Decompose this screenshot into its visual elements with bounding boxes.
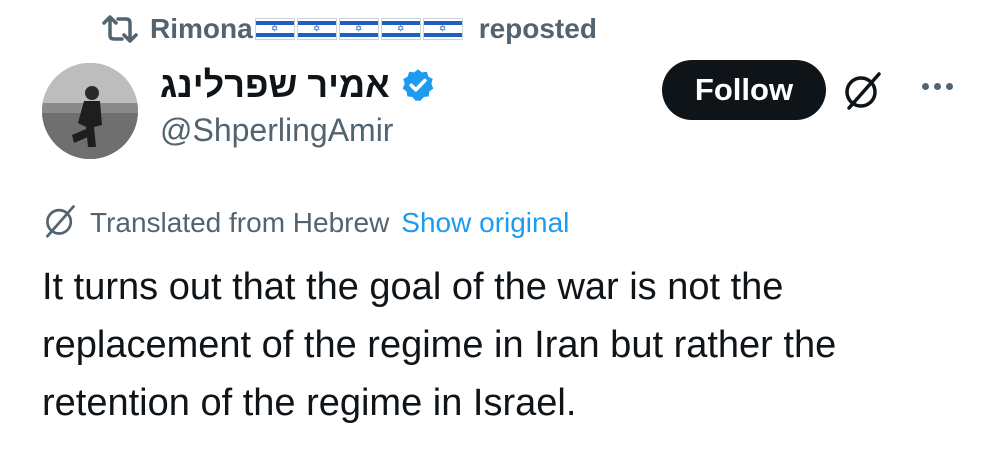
israel-flag-icon: ✡ (296, 18, 337, 40)
tweet-text-line: retention of the regime in Israel. (42, 382, 577, 424)
dot-icon (933, 82, 941, 90)
israel-flag-icon: ✡ (338, 18, 379, 40)
show-original-link[interactable]: Show original (401, 207, 569, 239)
dot-icon (945, 82, 953, 90)
follow-button[interactable]: Follow (662, 60, 826, 120)
author-handle[interactable]: @ShperlingAmir (160, 112, 393, 149)
translate-slash-icon[interactable] (843, 70, 883, 115)
translated-from-label: Translated from Hebrew (90, 207, 390, 238)
author-display-name[interactable]: אמיר שפרלינג (160, 64, 390, 106)
more-dots-icon[interactable] (912, 66, 962, 106)
tweet-text: It turns out that the goal of the war is… (42, 258, 962, 432)
repost-icon (100, 13, 140, 45)
dot-icon (921, 82, 929, 90)
translate-slash-icon (42, 202, 78, 245)
avatar[interactable] (42, 63, 138, 159)
translation-notice: Translated from Hebrew Show original (42, 203, 569, 243)
repost-user-name[interactable]: Rimona (150, 13, 253, 45)
author-name-row[interactable]: אמיר שפרלינג (160, 60, 436, 110)
tweet-text-line: It turns out that the goal of the war is… (42, 266, 784, 308)
israel-flag-icon: ✡ (254, 18, 295, 40)
verified-badge-icon[interactable] (400, 67, 436, 103)
repost-header[interactable]: Rimona ✡ ✡ ✡ ✡ ✡ reposted (100, 8, 597, 50)
israel-flag-emojis: ✡ ✡ ✡ ✡ ✡ (254, 18, 463, 40)
israel-flag-icon: ✡ (380, 18, 421, 40)
tweet-text-line: replacement of the regime in Iran but ra… (42, 324, 837, 366)
reposted-label: reposted (478, 13, 597, 44)
israel-flag-icon: ✡ (422, 18, 463, 40)
